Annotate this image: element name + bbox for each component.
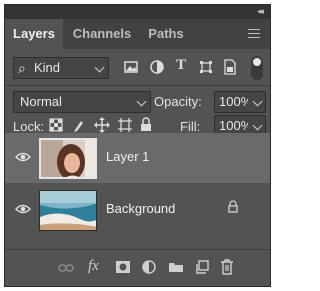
shape-filter-icon[interactable] xyxy=(199,60,213,74)
layer-locked-icon xyxy=(228,200,238,213)
panel-tab-bar: Layers Channels Paths xyxy=(5,19,270,49)
layer-thumbnail-portrait xyxy=(39,138,97,179)
tab-channels[interactable]: Channels xyxy=(63,19,141,49)
visibility-eye-icon[interactable] xyxy=(15,203,31,215)
tab-layers[interactable]: Layers xyxy=(5,19,63,49)
layer-thumbnail-beach xyxy=(39,190,97,231)
lock-position-icon[interactable] xyxy=(94,117,110,133)
lock-image-pixels-icon[interactable] xyxy=(72,118,86,132)
blend-mode-label: Normal xyxy=(20,94,62,109)
visibility-eye-icon[interactable] xyxy=(15,151,31,163)
link-icon[interactable] xyxy=(58,263,74,273)
layers-panel: ◂◂ Layers Channels Paths ⌕ Kind T Normal… xyxy=(4,4,271,287)
fx-icon[interactable]: fx xyxy=(88,258,99,275)
tab-paths[interactable]: Paths xyxy=(141,19,191,49)
image-filter-icon[interactable] xyxy=(124,60,138,74)
fill-label: Fill: xyxy=(180,119,201,134)
filter-kind-label: Kind xyxy=(34,60,61,75)
filter-kind-select[interactable]: ⌕ Kind xyxy=(13,57,109,79)
chevron-down-icon xyxy=(136,96,147,107)
lock-transparent-pixels-icon[interactable] xyxy=(49,118,63,132)
opacity-dropdown[interactable] xyxy=(248,91,266,113)
trash-icon[interactable] xyxy=(220,259,234,275)
lock-artboard-icon[interactable] xyxy=(118,118,132,132)
blend-mode-select[interactable]: Normal xyxy=(13,91,151,113)
opacity-label: Opacity: xyxy=(154,94,202,109)
mask-icon[interactable] xyxy=(115,260,131,274)
panel-top-strip: ◂◂ xyxy=(5,5,270,19)
type-filter-icon[interactable]: T xyxy=(174,57,188,74)
layer-name[interactable]: Layer 1 xyxy=(106,149,149,164)
chevron-down-icon xyxy=(252,120,263,131)
chevron-down-icon xyxy=(94,62,105,73)
layers-bottom-toolbar: fx xyxy=(5,249,270,286)
collapse-panel-icon[interactable]: ◂◂ xyxy=(257,6,264,17)
chevron-down-icon xyxy=(252,96,263,107)
search-icon: ⌕ xyxy=(18,60,26,76)
new-layer-icon[interactable] xyxy=(195,260,209,274)
group-folder-icon[interactable] xyxy=(168,261,184,273)
divider xyxy=(5,85,270,86)
smartobject-filter-icon[interactable] xyxy=(223,59,237,75)
lock-all-icon[interactable] xyxy=(140,117,152,132)
lock-label: Lock: xyxy=(13,119,45,134)
layer-row-layer-1[interactable]: Layer 1 xyxy=(5,133,270,183)
layer-row-background[interactable]: Background xyxy=(5,185,270,235)
adjustment-filter-icon[interactable] xyxy=(150,60,164,74)
filter-toggle-switch[interactable] xyxy=(251,56,263,80)
adjustment-layer-icon[interactable] xyxy=(142,260,156,274)
layer-name[interactable]: Background xyxy=(106,201,175,216)
panel-menu-icon[interactable] xyxy=(248,29,260,38)
